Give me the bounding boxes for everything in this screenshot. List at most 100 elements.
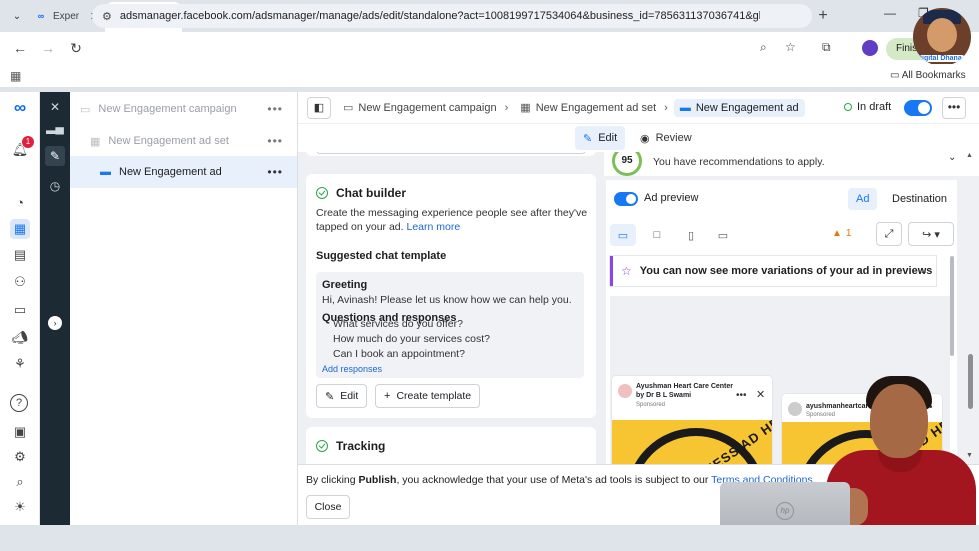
forward-icon[interactable]: → bbox=[36, 40, 60, 56]
close-icon[interactable]: ✕ bbox=[45, 97, 65, 117]
recommendations-text: You have recommendations to apply. bbox=[653, 156, 825, 168]
share-preview-icon[interactable]: ↪ ▾ bbox=[908, 222, 954, 246]
all-bookmarks-button[interactable]: ▭ All Bookmarks bbox=[890, 70, 966, 81]
expand-preview-icon[interactable]: ⤢ bbox=[876, 222, 902, 246]
status-label: In draft bbox=[857, 101, 892, 113]
chevron-down-icon[interactable]: ⌄ bbox=[948, 152, 956, 163]
warning-indicator[interactable]: ▲ 1 bbox=[832, 228, 851, 239]
breadcrumb-adset[interactable]: ▦ New Engagement ad set bbox=[520, 101, 657, 115]
billing-icon[interactable]: ▭ bbox=[10, 300, 30, 320]
address-bar: ← → ↻ bbox=[0, 32, 979, 64]
reports-icon[interactable]: ▣ bbox=[10, 422, 30, 442]
greeting-text: Hi, Avinash! Please let us know how we c… bbox=[322, 294, 572, 306]
recommendations-strip[interactable]: 95 You have recommendations to apply. ⌄ bbox=[604, 152, 979, 176]
preview-scrollbar[interactable] bbox=[950, 256, 954, 356]
tab-review[interactable]: ◉ Review bbox=[632, 126, 700, 150]
business-tools-icon[interactable]: ⚘ bbox=[10, 354, 30, 374]
back-icon[interactable]: ← bbox=[8, 40, 32, 56]
history-icon[interactable]: ◷ bbox=[45, 176, 65, 196]
plus-icon: + bbox=[384, 390, 391, 402]
settings-gear-icon[interactable]: ⚙ bbox=[10, 447, 30, 467]
question-item: Can I book an appointment? bbox=[333, 348, 465, 360]
presenter-video-overlay: hp bbox=[720, 370, 979, 551]
ads-manager-icon[interactable]: ▦ bbox=[10, 219, 30, 239]
breadcrumb-ad[interactable]: ▬ New Engagement ad bbox=[673, 98, 805, 117]
warning-count: 1 bbox=[845, 228, 852, 239]
chat-template-preview: Greeting Hi, Avinash! Please let us know… bbox=[316, 272, 584, 378]
avatar-logo-text: Digital Dhana bbox=[915, 55, 964, 62]
search-icon[interactable]: ⌕ bbox=[10, 472, 30, 492]
more-options-icon[interactable]: ••• bbox=[267, 102, 283, 116]
ad-preview-toggle[interactable] bbox=[614, 192, 638, 206]
scroll-up-icon[interactable]: ▲ bbox=[966, 152, 973, 159]
tree-item-campaign[interactable]: ▭ New Engagement campaign ••• bbox=[70, 93, 297, 125]
tree-adset-label: New Engagement ad set bbox=[108, 135, 229, 147]
new-tab-button[interactable]: + bbox=[811, 7, 835, 25]
tab-edit[interactable]: ✎ Edit bbox=[575, 126, 626, 150]
zoom-icon[interactable]: ⌕ bbox=[760, 40, 767, 55]
variations-banner[interactable]: ☆ You can now see more variations of you… bbox=[610, 256, 936, 286]
tab-review-label: Review bbox=[655, 132, 692, 144]
extensions-icon[interactable]: ⧉ bbox=[822, 40, 831, 55]
more-actions-button[interactable]: ••• bbox=[942, 97, 966, 119]
dashboard-icon[interactable]: ◔ bbox=[10, 192, 30, 212]
meta-logo-icon[interactable]: ∞ bbox=[8, 99, 32, 116]
close-button[interactable]: Close bbox=[306, 495, 350, 519]
editor-tools-column: ✕ ▂▄ ✎ ◷ › bbox=[40, 92, 70, 525]
mobile-format-icon[interactable]: ▯ bbox=[678, 224, 704, 246]
tab-ad[interactable]: Ad bbox=[848, 188, 878, 210]
landscape-format-icon[interactable]: ▭ bbox=[710, 224, 736, 246]
folder-icon: ▭ bbox=[343, 102, 354, 114]
tab-destination[interactable]: Destination bbox=[884, 188, 955, 210]
more-options-icon[interactable]: ••• bbox=[267, 134, 283, 148]
avatar-face bbox=[927, 18, 957, 52]
learn-more-link[interactable]: Learn more bbox=[407, 221, 461, 233]
terms-prefix: By clicking bbox=[306, 474, 359, 486]
breadcrumb-campaign-label: New Engagement campaign bbox=[358, 101, 497, 114]
ad-on-off-toggle[interactable] bbox=[904, 100, 932, 116]
folder-icon: ▭ bbox=[80, 103, 91, 116]
tracking-title: Tracking bbox=[336, 439, 386, 453]
tab-search-button[interactable]: ⌄ bbox=[6, 5, 28, 27]
help-icon[interactable]: ? bbox=[10, 394, 28, 412]
add-responses-link[interactable]: Add responses bbox=[322, 364, 382, 374]
bookmark-star-icon[interactable]: ☆ bbox=[785, 40, 796, 54]
bug-report-icon[interactable]: ☀ bbox=[10, 497, 30, 517]
extension-avatar-icon[interactable] bbox=[862, 40, 878, 56]
apps-grid-icon[interactable]: ▦ bbox=[10, 69, 21, 83]
ad-icon: ▬ bbox=[679, 101, 691, 114]
omnibox[interactable]: ⚙ adsmanager.facebook.com/adsmanager/man… bbox=[92, 4, 812, 28]
folder-icon: ▭ bbox=[890, 70, 900, 81]
breadcrumb-campaign[interactable]: ▭ New Engagement campaign bbox=[343, 101, 497, 115]
profile-avatar[interactable]: Digital Dhana bbox=[913, 8, 971, 66]
square-format-icon[interactable]: □ bbox=[644, 224, 670, 246]
breadcrumb-adset-label: New Engagement ad set bbox=[535, 101, 657, 114]
tree-ad-label: New Engagement ad bbox=[119, 166, 222, 178]
chart-icon[interactable]: ▂▄ bbox=[45, 117, 65, 137]
chevron-down-icon[interactable]: ⌄ bbox=[920, 266, 928, 277]
more-options-icon[interactable]: ••• bbox=[267, 165, 283, 179]
minimize-icon[interactable]: — bbox=[884, 6, 896, 20]
eye-icon: ◉ bbox=[640, 132, 650, 145]
edit-template-button[interactable]: ✎ Edit bbox=[316, 384, 368, 408]
audiences-icon[interactable]: ⚇ bbox=[10, 272, 30, 292]
reload-icon[interactable]: ↻ bbox=[64, 40, 88, 57]
previous-input-field[interactable] bbox=[316, 152, 586, 154]
edit-pencil-icon[interactable]: ✎ bbox=[45, 146, 65, 166]
tab-edit-label: Edit bbox=[598, 132, 618, 144]
pages-icon[interactable]: ▤ bbox=[10, 245, 30, 265]
question-item: What services do you offer? bbox=[333, 318, 463, 330]
tree-item-adset[interactable]: ▦ New Engagement ad set ••• bbox=[70, 125, 297, 157]
site-info-icon[interactable]: ⚙ bbox=[102, 10, 112, 23]
window-bottom-edge bbox=[0, 525, 979, 551]
toggle-panel-icon[interactable]: ◧ bbox=[307, 96, 331, 119]
desktop-feed-icon[interactable]: ▭ bbox=[610, 224, 636, 246]
expand-arrow-icon[interactable]: › bbox=[48, 316, 62, 330]
create-template-button[interactable]: + Create template bbox=[375, 384, 481, 408]
chevron-right-icon: › bbox=[664, 101, 668, 114]
page-avatar bbox=[618, 384, 632, 398]
sponsored-label: Sponsored bbox=[636, 402, 666, 408]
tree-item-ad[interactable]: ▬ New Engagement ad ••• bbox=[70, 156, 297, 188]
question-item: How much do your services cost? bbox=[333, 333, 490, 345]
campaigns-megaphone-icon[interactable]: 📣︎ bbox=[10, 328, 30, 348]
